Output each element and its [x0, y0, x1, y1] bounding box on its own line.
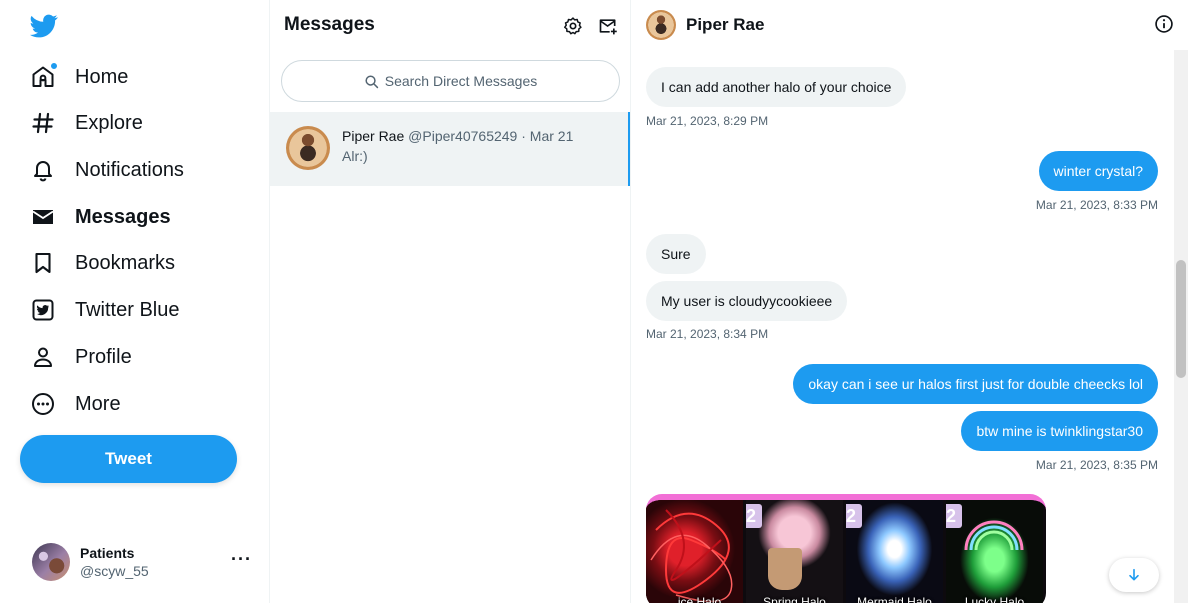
home-icon: [30, 62, 58, 90]
conversation-preview: Alr:): [342, 148, 368, 164]
chat-pane: Piper Rae I can add another halo of your…: [631, 0, 1200, 603]
conversation-item[interactable]: Piper Rae @Piper40765249 · Mar 21 Alr:): [270, 112, 630, 186]
chat-header: Piper Rae: [631, 0, 1176, 50]
new-message-icon[interactable]: [597, 15, 619, 37]
avatar[interactable]: [646, 10, 676, 40]
red-halo-illustration: [650, 509, 733, 603]
twitter-logo-icon[interactable]: [30, 12, 58, 40]
halo-label: Spring Halo: [763, 595, 826, 603]
notification-dot: [50, 62, 58, 70]
info-icon[interactable]: [1154, 14, 1174, 34]
nav-item-explore[interactable]: Explore: [18, 101, 155, 145]
message-bubble-sent[interactable]: okay can i see ur halos first just for d…: [793, 364, 1158, 404]
account-handle: @scyw_55: [80, 563, 149, 579]
nav-item-notifications[interactable]: Notifications: [18, 148, 196, 192]
account-switcher[interactable]: Patients @scyw_55 ···: [20, 535, 260, 589]
halo-label: ...ice Halo: [667, 595, 722, 603]
nav-item-bookmarks[interactable]: Bookmarks: [18, 241, 187, 285]
nav-label: Twitter Blue: [75, 298, 180, 321]
halo-tile: 2 Mermaid Halo: [846, 500, 943, 603]
scrollbar-thumb[interactable]: [1176, 260, 1186, 378]
nav-label: Explore: [75, 111, 143, 134]
nav-label: Profile: [75, 345, 132, 368]
avatar: [286, 126, 330, 170]
halo-label: Lucky Halo: [964, 595, 1025, 603]
flower-pot-shape: [768, 548, 802, 590]
arrow-down-icon: [1129, 568, 1139, 581]
message-timestamp: Mar 21, 2023, 8:34 PM: [646, 327, 769, 341]
quantity-badge: 2: [846, 504, 862, 528]
hashtag-icon: [30, 110, 56, 136]
message-bubble-received[interactable]: My user is cloudyycookieee: [646, 281, 848, 321]
search-direct-messages-input[interactable]: Search Direct Messages: [281, 60, 620, 102]
twitter-blue-icon: [30, 297, 56, 323]
rainbow-illustration: [964, 520, 1024, 551]
account-name: Patients: [80, 545, 135, 561]
conversation-name: Piper Rae: [342, 128, 405, 144]
nav-item-twitter-blue[interactable]: Twitter Blue: [18, 288, 191, 332]
more-dots-icon[interactable]: ···: [231, 549, 252, 570]
message-bubble-received[interactable]: I can add another halo of your choice: [646, 67, 907, 107]
left-sidebar: Home Explore Notifications Messages Book…: [0, 0, 270, 603]
message-timestamp: Mar 21, 2023, 8:35 PM: [1035, 458, 1158, 472]
scroll-to-bottom-button[interactable]: [1109, 558, 1159, 592]
halo-tile: ...ice Halo: [646, 500, 743, 603]
halo-tile: 2 Spring Halo: [746, 500, 843, 603]
nav-label: More: [75, 392, 121, 415]
search-placeholder: Search Direct Messages: [384, 73, 538, 89]
tweet-button[interactable]: Tweet: [20, 435, 237, 483]
nav-item-home[interactable]: Home: [18, 55, 140, 99]
message-image[interactable]: ...ice Halo 2 Spring Halo 2 Mermaid Halo…: [646, 494, 1046, 603]
nav-label: Notifications: [75, 158, 184, 181]
nav-item-more[interactable]: More: [18, 382, 133, 426]
conversation-meta: @Piper40765249 · Mar 21: [408, 128, 574, 144]
settings-gear-icon[interactable]: [562, 15, 584, 37]
bell-icon: [30, 157, 56, 183]
halo-tile: 2 Lucky Halo: [946, 500, 1043, 603]
message-bubble-sent[interactable]: winter crystal?: [1038, 151, 1158, 191]
nav-label: Home: [75, 65, 129, 88]
chat-scrollbar[interactable]: [1174, 50, 1188, 603]
more-circle-icon: [30, 391, 56, 417]
chat-contact-name[interactable]: Piper Rae: [686, 15, 764, 35]
message-timestamp: Mar 21, 2023, 8:33 PM: [1035, 198, 1158, 212]
nav-item-profile[interactable]: Profile: [18, 335, 144, 379]
page-title: Messages: [284, 14, 375, 35]
quantity-badge: 2: [746, 504, 762, 528]
message-bubble-sent[interactable]: btw mine is twinklingstar30: [961, 411, 1158, 451]
person-icon: [30, 344, 56, 370]
message-timestamp: Mar 21, 2023, 8:29 PM: [646, 114, 769, 128]
search-icon: [365, 74, 378, 88]
message-bubble-received[interactable]: Sure: [646, 234, 706, 274]
halo-label: Mermaid Halo: [857, 595, 932, 603]
nav-label: Bookmarks: [75, 251, 176, 274]
nav-item-messages[interactable]: Messages: [18, 195, 183, 239]
envelope-icon: [30, 204, 56, 230]
nav-label: Messages: [75, 205, 171, 228]
avatar: [32, 543, 70, 581]
bookmark-icon: [30, 250, 56, 276]
conversation-list-pane: Messages Search Direct Messages Piper Ra…: [270, 0, 631, 603]
